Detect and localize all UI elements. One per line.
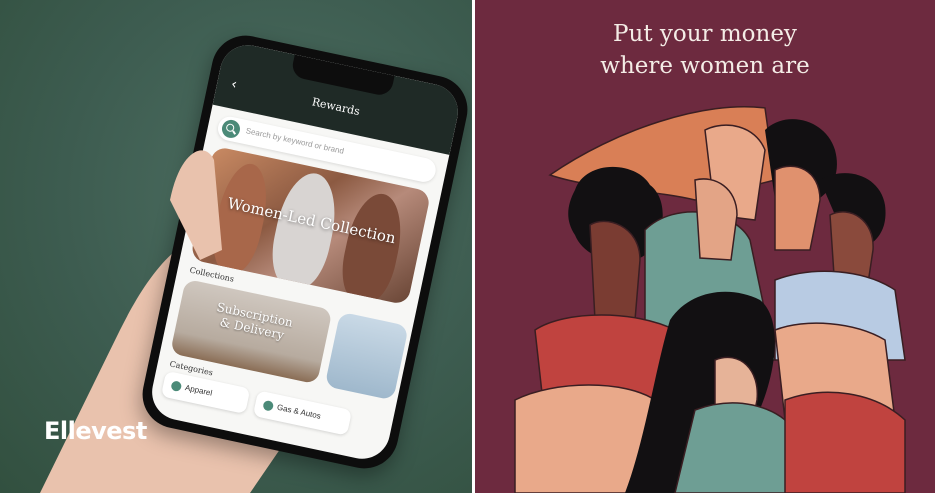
ad-banner: ‹ Rewards Search by keyword or brand Wom…	[0, 0, 935, 493]
subscription-card-title: Subscription & Delivery	[177, 293, 330, 352]
phone-photo-panel: ‹ Rewards Search by keyword or brand Wom…	[0, 0, 472, 493]
collection-card-partial[interactable]	[324, 311, 409, 401]
women-illustration	[514, 105, 906, 493]
ellevest-logo: Ellevest	[44, 417, 147, 445]
category-label: Gas & Autos	[276, 402, 322, 421]
category-gas-autos-chip[interactable]: Gas & Autos	[252, 390, 353, 436]
category-apparel-chip[interactable]: Apparel	[160, 370, 251, 415]
car-icon	[262, 399, 275, 412]
search-icon	[220, 118, 242, 140]
illustration-panel: Put your money where women are	[475, 0, 935, 493]
apparel-icon	[170, 380, 183, 393]
category-label: Apparel	[184, 383, 214, 398]
search-placeholder: Search by keyword or brand	[245, 126, 345, 156]
